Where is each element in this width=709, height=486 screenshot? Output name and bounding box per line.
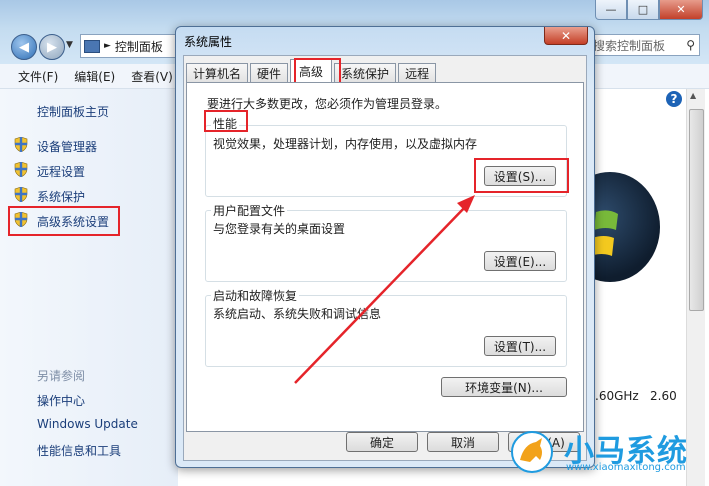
search-input[interactable]: 搜索控制面板 ⚲ (588, 34, 700, 56)
close-icon: ✕ (560, 28, 572, 43)
sidebar-item-device-manager[interactable]: 设备管理器 (37, 138, 97, 155)
menu-view[interactable]: 查看(V) (123, 68, 181, 85)
minimize-button[interactable]: — (595, 0, 627, 20)
annotation-arrow (294, 195, 475, 384)
horse-logo-icon (511, 431, 553, 473)
tab-system-protection[interactable]: 系统保护 (334, 63, 397, 82)
brand-url: www.xiaomaxitong.com (566, 462, 686, 473)
shield-icon (14, 186, 28, 203)
scroll-up-icon[interactable]: ▲ (690, 91, 696, 100)
ok-button[interactable]: 确定 (346, 432, 418, 452)
system-properties-dialog: 系统属性 ✕ 计算机名 硬件 高级 系统保护 远程 要进行大多数更改，您必须作为… (175, 26, 595, 468)
tab-remote[interactable]: 远程 (398, 63, 437, 82)
close-button[interactable]: ✕ (659, 0, 703, 20)
recent-pages-chevron-icon[interactable]: ▼ (66, 40, 73, 50)
dialog-close-button[interactable]: ✕ (544, 27, 588, 45)
cancel-button[interactable]: 取消 (427, 432, 499, 452)
sidebar-item-system-protection[interactable]: 系统保护 (37, 188, 85, 205)
breadcrumb-control-panel[interactable]: 控制面板 (115, 38, 163, 55)
menu-file[interactable]: 文件(F) (10, 68, 66, 85)
watermark: 小马系统 www.xiaomaxitong.com (508, 428, 708, 486)
search-placeholder: 搜索控制面板 (593, 38, 666, 53)
maximize-button[interactable]: □ (627, 0, 659, 20)
advanced-tab-page: 要进行大多数更改，您必须作为管理员登录。 性能 视觉效果，处理器计划，内存使用，… (186, 82, 584, 432)
sidebar-home-link[interactable]: 控制面板主页 (37, 103, 109, 120)
forward-arrow-icon: ▶ (47, 39, 57, 55)
highlight-advanced-settings (8, 206, 120, 236)
help-icon[interactable]: ? (666, 91, 682, 107)
see-also-windows-update[interactable]: Windows Update (37, 417, 138, 431)
computer-icon (84, 39, 100, 53)
back-arrow-icon: ◀ (19, 39, 29, 55)
search-icon[interactable]: ⚲ (686, 38, 695, 52)
breadcrumb-separator-icon: ► (104, 41, 111, 51)
shield-icon (14, 136, 28, 153)
sidebar: 控制面板主页 设备管理器 远程设置 系统保护 高级系统设置 另请参阅 操作中心 … (0, 89, 178, 486)
back-button[interactable]: ◀ (11, 34, 37, 60)
dialog-title: 系统属性 (184, 35, 233, 49)
tab-computer-name[interactable]: 计算机名 (186, 63, 249, 82)
cpu-value: 2.60 (650, 389, 677, 403)
see-also-action-center[interactable]: 操作中心 (37, 392, 85, 409)
scroll-thumb[interactable] (689, 109, 704, 311)
menu-edit[interactable]: 编辑(E) (66, 68, 123, 85)
vertical-scrollbar[interactable]: ▲ (686, 89, 705, 486)
see-also-performance-tools[interactable]: 性能信息和工具 (37, 442, 121, 459)
window-controls: — □ ✕ (595, 0, 703, 20)
sidebar-item-remote-settings[interactable]: 远程设置 (37, 163, 85, 180)
cpu-frequency: .60GHz (595, 389, 639, 403)
shield-icon (14, 161, 28, 178)
forward-button[interactable]: ▶ (39, 34, 65, 60)
see-also-heading: 另请参阅 (37, 369, 86, 383)
tab-hardware[interactable]: 硬件 (250, 63, 289, 82)
